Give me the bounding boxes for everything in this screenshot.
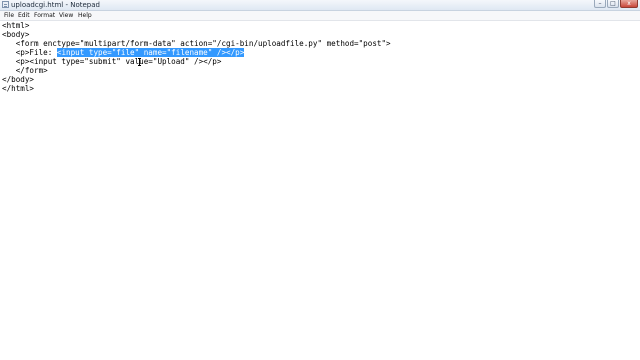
code-line-4-text: <p>File: <box>2 48 57 57</box>
code-line-4: <p>File: <input type="file" name="filena… <box>2 48 245 57</box>
notepad-icon[interactable] <box>2 1 9 8</box>
minimize-button[interactable]: – <box>594 0 606 8</box>
code-line-1: <html> <box>2 21 30 30</box>
selected-text[interactable]: <input type="file" name="filename" /></p… <box>56 48 245 57</box>
title-bar[interactable]: uploadcgi.html - Notepad – □ x <box>0 0 640 11</box>
ibeam-cursor-icon <box>138 58 141 66</box>
menu-help[interactable]: Help <box>78 11 92 20</box>
code-line-6: </form> <box>2 66 48 75</box>
code-line-7: </body> <box>2 75 35 84</box>
menu-format[interactable]: Format <box>34 11 55 20</box>
window-title: uploadcgi.html - Notepad <box>11 1 100 9</box>
code-line-2: <body> <box>2 30 30 39</box>
code-line-5: <p><input type="submit" value="Upload" /… <box>2 57 222 66</box>
text-editor[interactable]: <html> <body> <form enctype="multipart/f… <box>0 21 640 360</box>
menu-edit[interactable]: Edit <box>18 11 30 20</box>
menu-bar: File Edit Format View Help <box>0 11 640 21</box>
maximize-button[interactable]: □ <box>607 0 619 8</box>
code-line-3: <form enctype="multipart/form-data" acti… <box>2 39 391 48</box>
code-line-8: </html> <box>2 84 35 93</box>
menu-file[interactable]: File <box>4 11 14 20</box>
window-controls: – □ x <box>593 0 638 9</box>
close-button[interactable]: x <box>620 0 638 8</box>
menu-view[interactable]: View <box>59 11 73 20</box>
